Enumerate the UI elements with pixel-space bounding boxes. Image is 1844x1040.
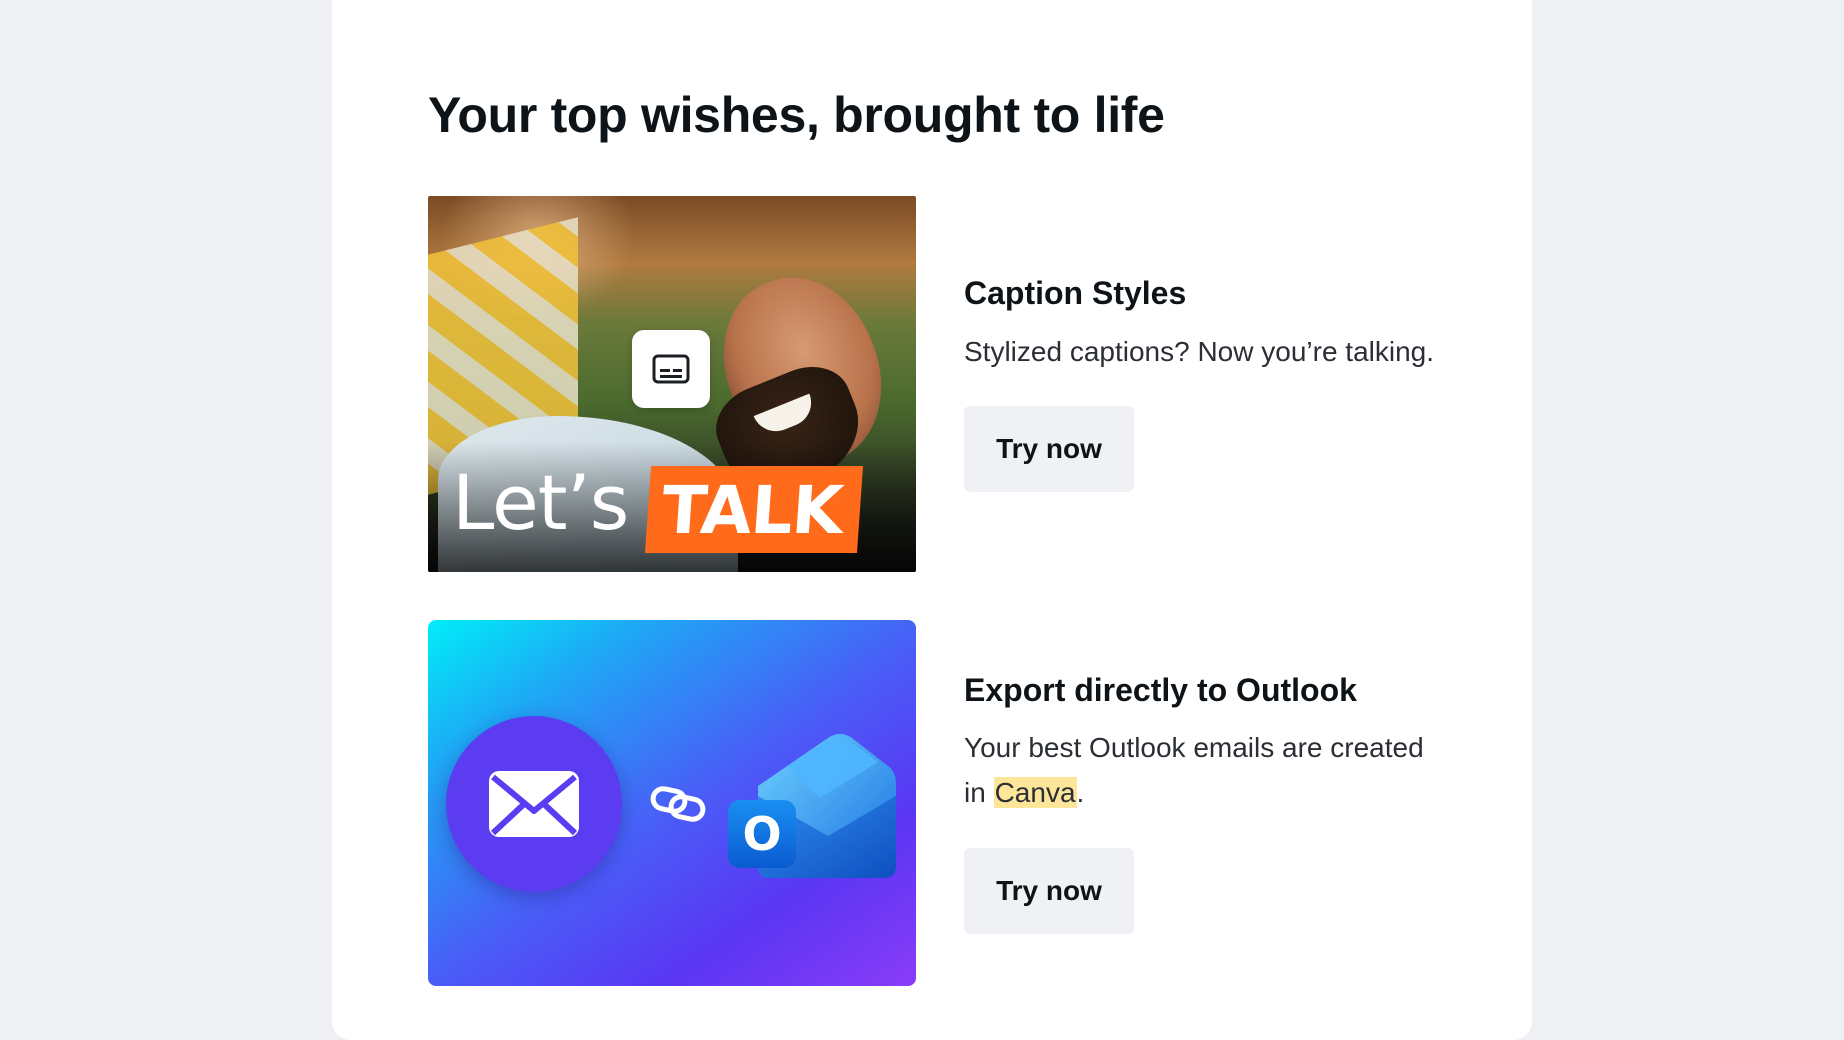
canva-highlight: Canva [993,777,1077,808]
feature-title-outlook-export: Export directly to Outlook [964,672,1357,708]
subtitles-icon [632,330,710,408]
talk-overlay-text: TALK [644,466,864,553]
feature-desc-outlook-export: Your best Outlook emails are created in … [964,725,1444,815]
outlook-letter: O [742,807,781,861]
link-icon [650,782,706,831]
feature-title-caption-styles: Caption Styles [964,275,1187,311]
lets-overlay-text: Let’s [452,458,629,547]
outlook-export-image[interactable]: O [428,620,916,986]
try-now-button-caption-styles[interactable]: Try now [964,406,1134,492]
feature-desc-caption-styles: Stylized captions? Now you’re talking. [964,336,1435,367]
page-title: Your top wishes, brought to life [428,87,1165,143]
desc-suffix: . [1076,777,1085,808]
try-now-button-outlook-export[interactable]: Try now [964,848,1134,934]
caption-styles-image[interactable]: Let’s TALK [428,196,916,572]
envelope-icon [446,716,622,892]
outlook-icon: O [728,726,898,891]
